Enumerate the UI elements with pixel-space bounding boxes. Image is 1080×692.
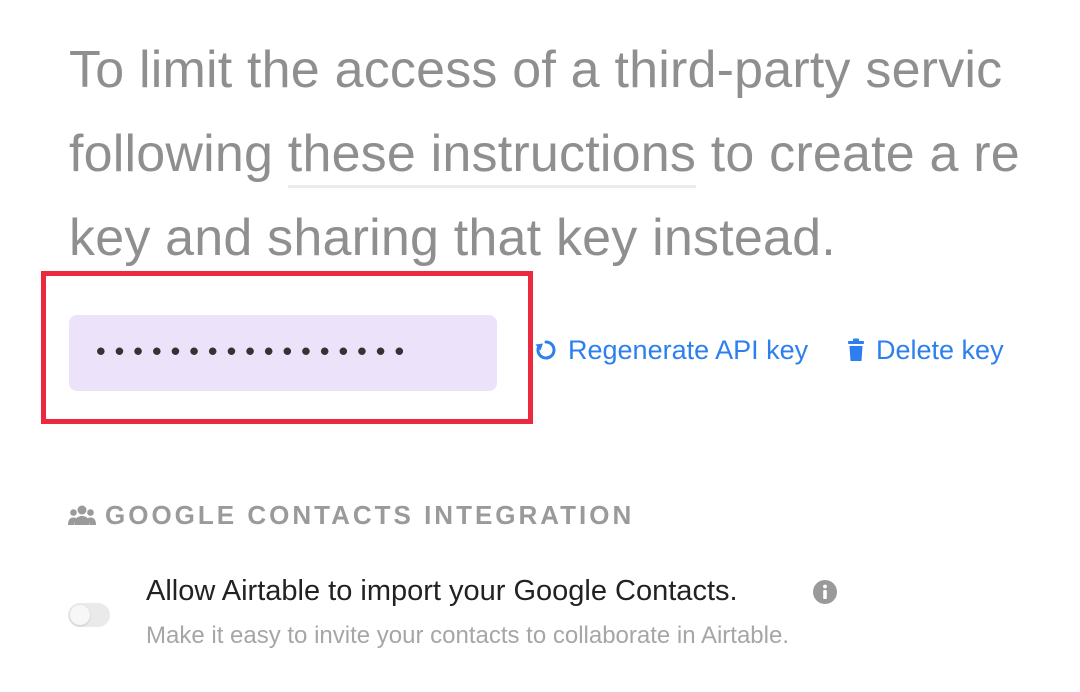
google-contacts-toggle[interactable] <box>68 603 110 627</box>
intro-line-2-end: to create a re <box>696 125 1020 183</box>
intro-line-3: key and sharing that key instead. <box>69 209 836 267</box>
intro-line-2-start: following <box>69 125 288 183</box>
intro-text: To limit the access of a third-party ser… <box>69 28 1080 280</box>
trash-icon <box>848 338 864 361</box>
intro-line-1: To limit the access of a third-party ser… <box>69 41 1003 99</box>
page: To limit the access of a third-party ser… <box>0 0 1080 692</box>
users-icon <box>68 505 96 525</box>
toggle-knob <box>70 605 90 625</box>
regenerate-api-key-button[interactable]: Regenerate API key <box>534 332 808 368</box>
section-title: GOOGLE CONTACTS INTEGRATION <box>105 499 635 530</box>
google-contacts-setting-description: Make it easy to invite your contacts to … <box>146 622 789 649</box>
delete-key-label: Delete key <box>876 334 1004 365</box>
info-icon[interactable] <box>812 579 838 605</box>
delete-key-button[interactable]: Delete key <box>846 332 1004 368</box>
regenerate-api-key-label: Regenerate API key <box>568 334 809 365</box>
google-contacts-section-header: GOOGLE CONTACTS INTEGRATION <box>68 498 634 532</box>
instructions-link[interactable]: these instructions <box>287 125 697 188</box>
refresh-icon <box>535 340 556 360</box>
api-key-field[interactable] <box>69 315 497 391</box>
intro-line-2: following these instructions to create a… <box>69 112 1080 196</box>
google-contacts-setting-title: Allow Airtable to import your Google Con… <box>146 575 738 607</box>
